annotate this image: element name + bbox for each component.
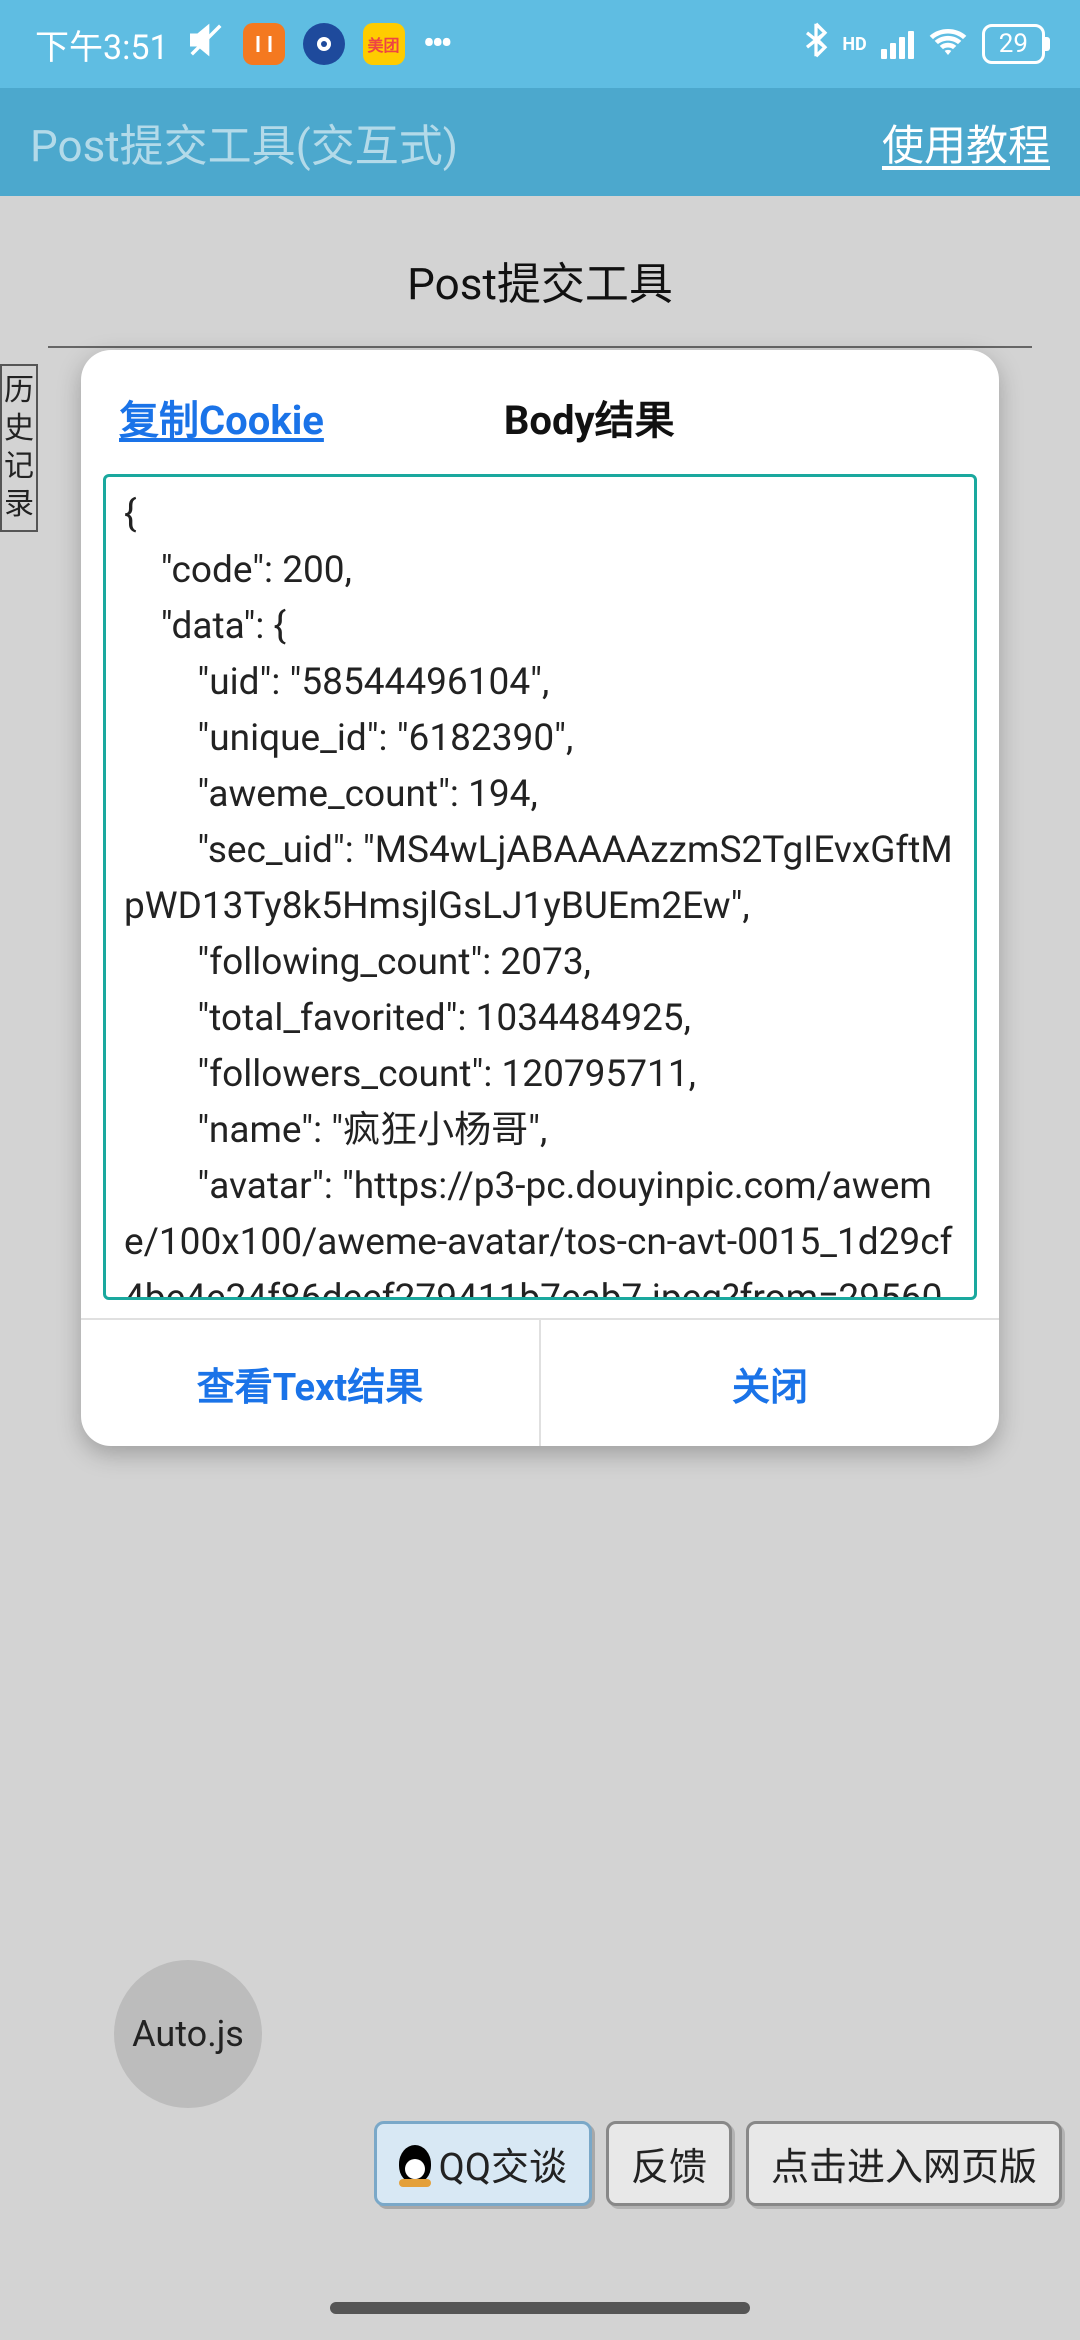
result-dialog: 复制Cookie Body结果 { "code": 200, "data": {…: [81, 350, 999, 1446]
history-tab[interactable]: 历史记录: [0, 364, 38, 532]
wifi-icon: [928, 24, 968, 64]
autojs-badge[interactable]: Auto.js: [114, 1960, 262, 2108]
page-title: Post提交工具: [48, 248, 1032, 348]
copy-cookie-link[interactable]: 复制Cookie: [119, 388, 324, 446]
more-icon: •••: [423, 22, 449, 66]
view-text-button[interactable]: 查看Text结果: [81, 1320, 541, 1446]
dialog-header: 复制Cookie Body结果: [81, 350, 999, 474]
result-textarea[interactable]: { "code": 200, "data": { "uid": "5854449…: [103, 474, 977, 1300]
bluetooth-icon: [804, 22, 828, 67]
qq-penguin-icon: [399, 2145, 431, 2183]
qq-chat-button[interactable]: QQ交谈: [374, 2121, 592, 2206]
app-icon-2: [303, 23, 345, 65]
app-bar: Post提交工具(交互式) 使用教程: [0, 88, 1080, 196]
status-bar: 下午3:51 美团 ••• HD: [0, 0, 1080, 88]
bottom-button-bar: QQ交谈 反馈 点击进入网页版: [374, 2121, 1062, 2206]
battery-indicator: 29: [982, 24, 1045, 64]
qq-button-label: QQ交谈: [439, 2136, 567, 2191]
web-version-button[interactable]: 点击进入网页版: [746, 2121, 1062, 2206]
status-time: 下午3:51: [35, 20, 169, 69]
status-left: 下午3:51 美团 •••: [35, 20, 449, 69]
app-icon-3: 美团: [363, 23, 405, 65]
mute-icon: [187, 21, 225, 67]
dialog-title: Body结果: [504, 388, 675, 446]
dialog-footer: 查看Text结果 关闭: [81, 1318, 999, 1446]
app-title: Post提交工具(交互式): [30, 110, 458, 174]
close-button[interactable]: 关闭: [541, 1320, 999, 1446]
hd-indicator: HD: [842, 34, 866, 55]
app-icon-1: [243, 23, 285, 65]
signal-icon: [881, 29, 914, 59]
tutorial-link[interactable]: 使用教程: [882, 112, 1050, 173]
gesture-bar[interactable]: [330, 2302, 750, 2314]
status-right: HD 29: [804, 22, 1045, 67]
feedback-button[interactable]: 反馈: [606, 2121, 732, 2206]
